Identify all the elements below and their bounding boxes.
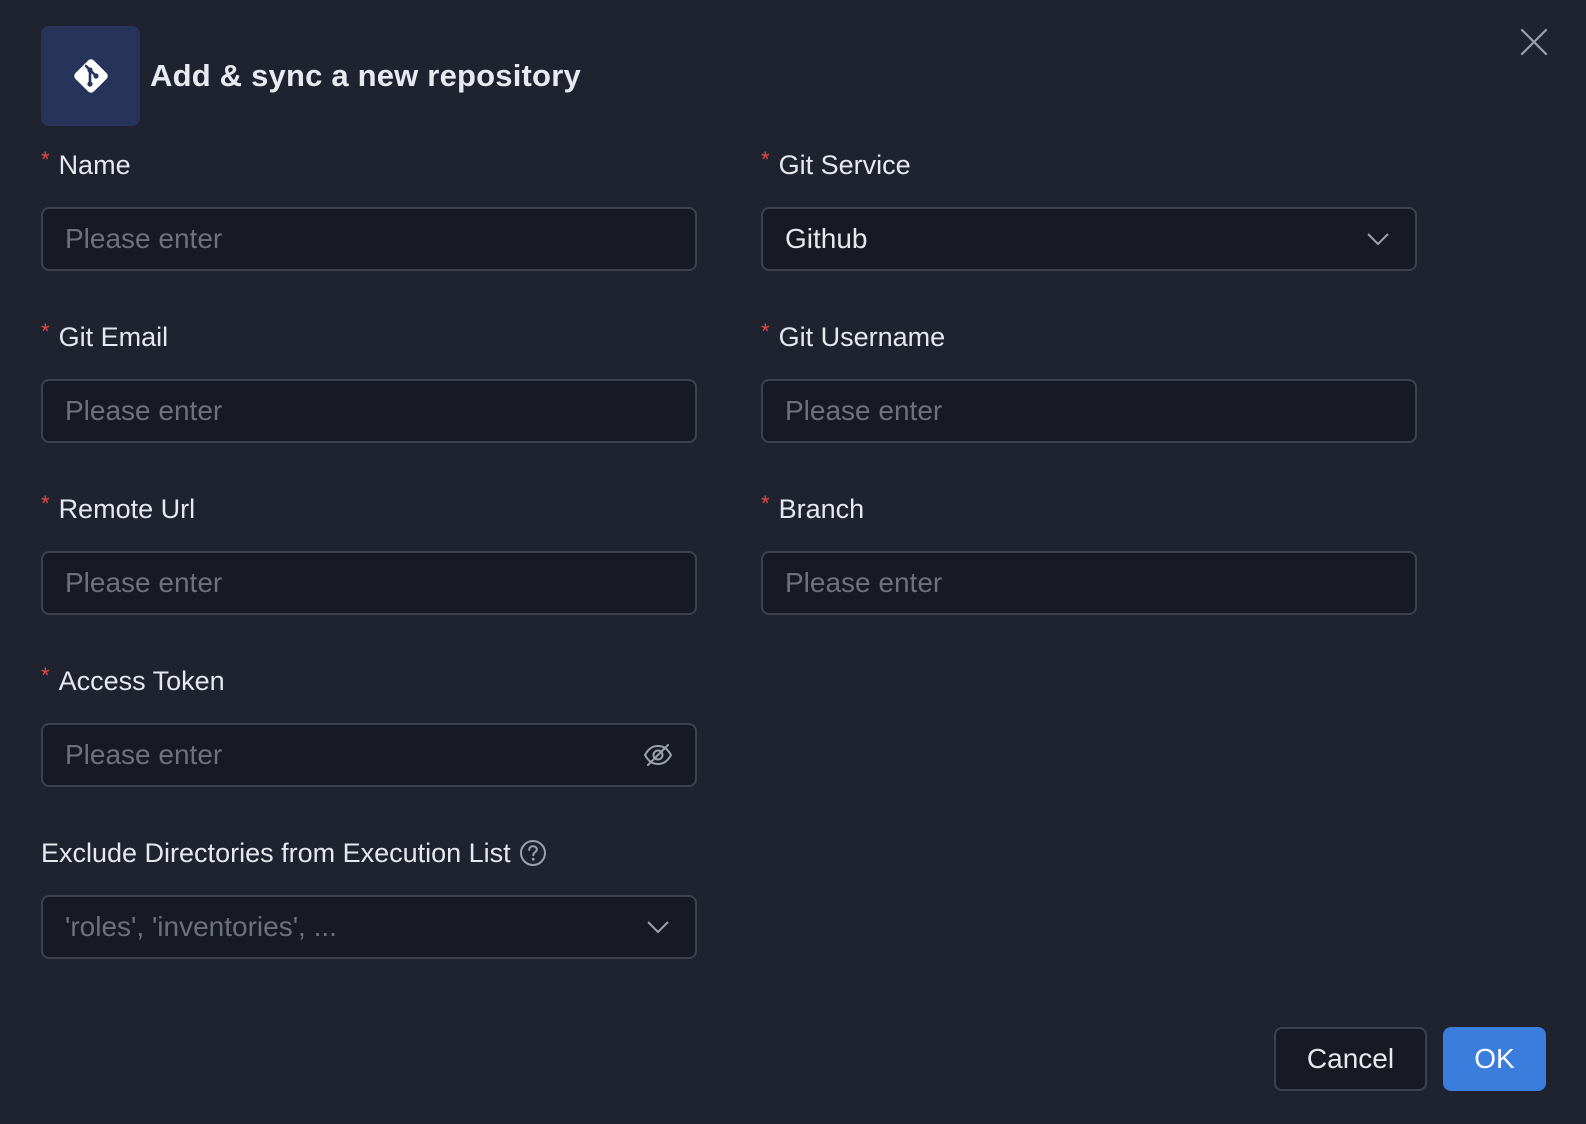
- required-mark: *: [761, 319, 770, 344]
- required-mark: *: [41, 663, 50, 688]
- name-label: * Name: [41, 145, 697, 185]
- add-repository-dialog: Add & sync a new repository * Name Pleas…: [0, 0, 1586, 1124]
- access-token-label-text: Access Token: [58, 666, 225, 696]
- required-mark: *: [761, 491, 770, 516]
- access-token-field-group: * Access Token Please enter: [41, 661, 697, 787]
- close-icon: [1520, 28, 1548, 56]
- cancel-button[interactable]: Cancel: [1274, 1027, 1427, 1091]
- git-service-value: Github: [785, 223, 868, 254]
- git-email-placeholder: Please enter: [65, 395, 223, 426]
- git-username-placeholder: Please enter: [785, 395, 943, 426]
- eye-off-icon[interactable]: [643, 740, 673, 770]
- git-service-label: * Git Service: [761, 145, 1417, 185]
- ok-button[interactable]: OK: [1443, 1027, 1546, 1091]
- git-email-field-group: * Git Email Please enter: [41, 317, 697, 443]
- name-input[interactable]: Please enter: [41, 207, 697, 271]
- dialog-title: Add & sync a new repository: [150, 58, 581, 93]
- git-service-select[interactable]: Github: [761, 207, 1417, 271]
- git-email-label-text: Git Email: [58, 322, 169, 352]
- close-button[interactable]: [1518, 26, 1550, 58]
- branch-label-text: Branch: [778, 494, 865, 524]
- exclude-dirs-label-text: Exclude Directories from Execution List: [41, 838, 511, 868]
- dialog-header: Add & sync a new repository: [41, 26, 581, 126]
- remote-url-field-group: * Remote Url Please enter: [41, 489, 697, 615]
- required-mark: *: [761, 147, 770, 172]
- chevron-down-icon: [1363, 224, 1393, 254]
- branch-input[interactable]: Please enter: [761, 551, 1417, 615]
- name-placeholder: Please enter: [65, 223, 223, 254]
- git-service-field-group: * Git Service Github: [761, 145, 1417, 271]
- access-token-placeholder: Please enter: [65, 739, 223, 770]
- git-icon: [41, 26, 140, 126]
- remote-url-placeholder: Please enter: [65, 567, 223, 598]
- chevron-down-icon: [643, 912, 673, 942]
- exclude-dirs-placeholder: 'roles', 'inventories', ...: [65, 911, 337, 942]
- remote-url-input[interactable]: Please enter: [41, 551, 697, 615]
- git-username-input[interactable]: Please enter: [761, 379, 1417, 443]
- git-username-field-group: * Git Username Please enter: [761, 317, 1417, 443]
- name-field-group: * Name Please enter: [41, 145, 697, 271]
- access-token-input[interactable]: Please enter: [41, 723, 697, 787]
- exclude-dirs-label: Exclude Directories from Execution List: [41, 833, 697, 873]
- remote-url-label-text: Remote Url: [58, 494, 196, 524]
- git-email-label: * Git Email: [41, 317, 697, 357]
- branch-field-group: * Branch Please enter: [761, 489, 1417, 615]
- required-mark: *: [41, 147, 50, 172]
- branch-label: * Branch: [761, 489, 1417, 529]
- git-username-label: * Git Username: [761, 317, 1417, 357]
- exclude-dirs-field-group: Exclude Directories from Execution List …: [41, 833, 697, 959]
- required-mark: *: [41, 319, 50, 344]
- name-label-text: Name: [58, 150, 131, 180]
- remote-url-label: * Remote Url: [41, 489, 697, 529]
- exclude-dirs-select[interactable]: 'roles', 'inventories', ...: [41, 895, 697, 959]
- git-username-label-text: Git Username: [778, 322, 946, 352]
- access-token-label: * Access Token: [41, 661, 697, 701]
- git-email-input[interactable]: Please enter: [41, 379, 697, 443]
- branch-placeholder: Please enter: [785, 567, 943, 598]
- help-circle-icon[interactable]: [519, 839, 547, 867]
- git-service-label-text: Git Service: [778, 150, 911, 180]
- required-mark: *: [41, 491, 50, 516]
